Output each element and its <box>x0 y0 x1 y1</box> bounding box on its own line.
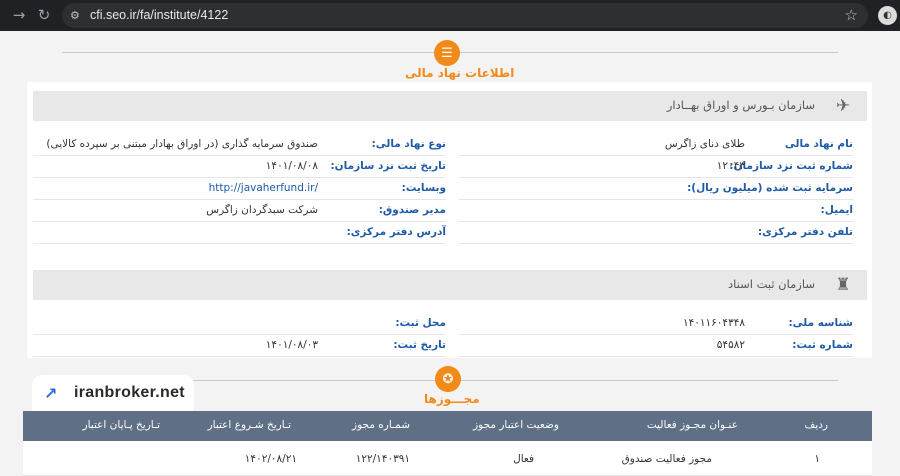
field-value: صندوق سرمایه گذاری (در اوراق بهادار مبتن… <box>46 138 318 150</box>
registry-org-header: سازمان ثبت اسناد ♜ <box>33 270 867 300</box>
cell-status: فعال <box>513 453 534 465</box>
extension-icon[interactable]: ◐ <box>878 6 897 25</box>
field-office-phone: تلفن دفتر مرکزی: <box>459 222 853 244</box>
watermark-text: iranbroker.net <box>74 384 185 401</box>
field-value: ۱۴۰۱/۰۸/۰۸ <box>265 160 318 172</box>
field-registration-date: تاریخ ثبت نزد سازمان: ۱۴۰۱/۰۸/۰۸ <box>33 156 446 178</box>
field-institution-name: نام نهاد مالی طلای دنای زاگرس <box>459 134 853 156</box>
field-label: ایمیل: <box>820 204 853 216</box>
field-label: تلفن دفتر مرکزی: <box>757 226 853 238</box>
field-institution-type: نوع نهاد مالی: صندوق سرمایه گذاری (در او… <box>33 134 446 156</box>
field-label: نوع نهاد مالی: <box>371 138 446 150</box>
field-registration-number: شماره ثبت نزد سازمان: ۱۲۰۴۳ <box>459 156 853 178</box>
field-registry-place: محل ثبت: <box>33 313 446 335</box>
institution-panel: سازمان بـورس و اوراق بهــادار ✈ نام نهاد… <box>27 82 872 358</box>
browser-toolbar: → ↻ ⚙ cfi.seo.ir/fa/institute/4122 ☆ ◐ <box>0 0 900 31</box>
cell-row: ۱ <box>814 453 820 465</box>
cell-title: مجوز فعالیت صندوق <box>621 453 712 465</box>
org-name: سازمان ثبت اسناد <box>727 277 815 291</box>
column-header-end: تـاریخ پـایان اعتبار <box>82 419 160 431</box>
org-name: سازمان بـورس و اوراق بهــادار <box>666 98 815 112</box>
column-header-title: عنـوان مجـوز فعالیت <box>646 419 738 431</box>
cell-number: ۱۲۲/۱۴۰۳۹۱ <box>355 453 410 465</box>
field-label: سرمایه ثبت شده (میلیون ریال): <box>687 182 853 194</box>
bookmark-star-icon[interactable]: ☆ <box>845 6 858 24</box>
reload-icon[interactable]: ↻ <box>33 4 55 26</box>
url-text[interactable]: cfi.seo.ir/fa/institute/4122 <box>90 7 228 24</box>
field-label: مدیر صندوق: <box>378 204 446 216</box>
section-title: مجـــوزها <box>424 392 480 406</box>
field-label: تاریخ ثبت نزد سازمان: <box>330 160 446 172</box>
column-header-number: شمـاره مجوز <box>352 419 410 431</box>
field-office-address: آدرس دفتر مرکزی: <box>33 222 446 244</box>
field-label: نام نهاد مالی <box>784 138 853 150</box>
site-settings-icon[interactable]: ⚙ <box>70 9 83 22</box>
section-title: اطلاعات نهاد مالی <box>405 66 515 80</box>
field-value: ۱۴۰۱/۰۸/۰۳ <box>265 339 318 351</box>
field-value: ۱۲۰۴۳ <box>716 160 745 172</box>
field-label: تاریخ ثبت: <box>393 339 446 351</box>
column-header-row: ردیف <box>804 419 828 431</box>
website-link[interactable]: http://javaherfund.ir/ <box>209 182 318 194</box>
iranbroker-watermark: ↗ iranbroker.net <box>32 375 194 413</box>
field-value: شرکت سبدگردان زاگرس <box>206 204 318 216</box>
column-header-start: تـاریخ شـروع اعتبار <box>207 419 291 431</box>
field-registry-number: شماره ثبت: ۵۴۵۸۲ <box>459 335 853 357</box>
field-value: ۵۴۵۸۲ <box>716 339 745 351</box>
field-fund-manager: مدیر صندوق: شرکت سبدگردان زاگرس <box>33 200 446 222</box>
field-label: شماره ثبت: <box>792 339 853 351</box>
field-value: طلای دنای زاگرس <box>664 138 745 150</box>
column-header-status: وضعیت اعتبار مجوز <box>473 419 559 431</box>
field-label: وبسایت: <box>401 182 446 194</box>
table-row: ۱ مجوز فعالیت صندوق فعال ۱۲۲/۱۴۰۳۹۱ ۱۴۰۲… <box>23 441 872 476</box>
field-label: محل ثبت: <box>395 317 446 329</box>
address-bar[interactable]: ⚙ cfi.seo.ir/fa/institute/4122 ☆ <box>62 3 868 28</box>
forward-arrow-icon[interactable]: → <box>8 4 30 26</box>
field-registry-date: تاریخ ثبت: ۱۴۰۱/۰۸/۰۳ <box>33 335 446 357</box>
field-label: آدرس دفتر مرکزی: <box>346 226 446 238</box>
sebo-logo-icon: ✈ <box>835 96 851 116</box>
field-label: شماره ثبت نزد سازمان: <box>729 160 853 172</box>
field-value: ۱۴۰۱۱۶۰۴۳۴۸ <box>682 317 745 329</box>
registry-emblem-icon: ♜ <box>835 275 851 295</box>
field-website: وبسایت: http://javaherfund.ir/ <box>33 178 446 200</box>
securities-org-header: سازمان بـورس و اوراق بهــادار ✈ <box>33 91 867 121</box>
cell-start: ۱۴۰۲/۰۸/۲۱ <box>244 453 297 465</box>
trend-logo-icon: ↗ <box>44 384 58 403</box>
field-registered-capital: سرمایه ثبت شده (میلیون ریال): <box>459 178 853 200</box>
field-label: شناسه ملی: <box>788 317 853 329</box>
field-email: ایمیل: <box>459 200 853 222</box>
list-icon: ☰ <box>434 40 460 66</box>
field-national-id: شناسه ملی: ۱۴۰۱۱۶۰۴۳۴۸ <box>459 313 853 335</box>
badge-icon: ✪ <box>435 366 461 392</box>
table-header: ردیف عنـوان مجـوز فعالیت وضعیت اعتبار مج… <box>23 411 872 441</box>
